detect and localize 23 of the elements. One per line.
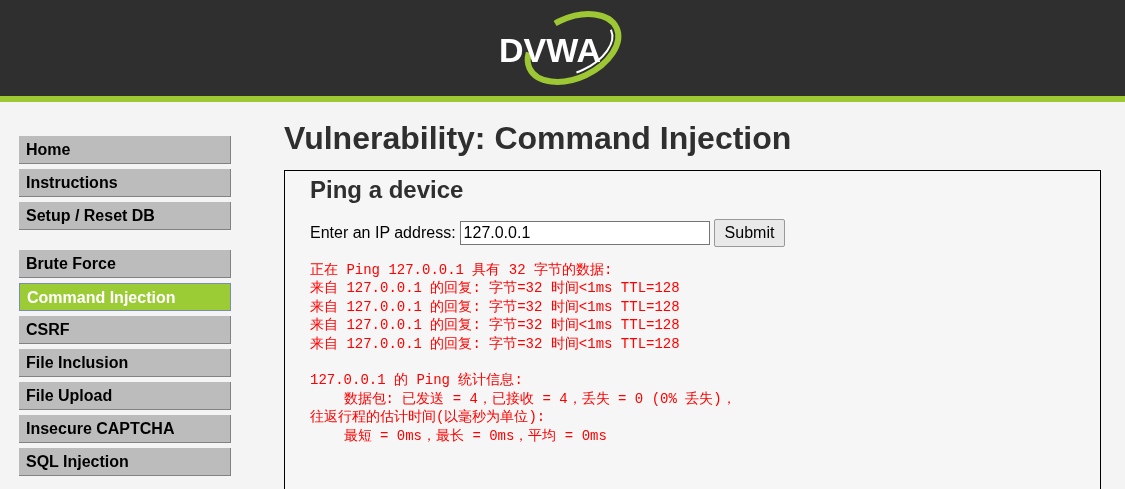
menu-item[interactable]: File Upload xyxy=(19,382,231,410)
menu-item[interactable]: Home xyxy=(19,136,231,164)
menu-item[interactable]: Brute Force xyxy=(19,250,231,278)
output-line: 数据包: 已发送 = 4，已接收 = 4，丢失 = 0 (0% 丢失)， xyxy=(342,390,736,407)
output-line: 来自 127.0.0.1 的回复: 字节=32 时间<1ms TTL=128 xyxy=(310,298,680,315)
menu-item[interactable]: Instructions xyxy=(19,169,231,197)
output-line: 127.0.0.1 的 Ping 统计信息: xyxy=(310,372,523,389)
output-line: 最短 = 0ms，最长 = 0ms，平均 = 0ms xyxy=(342,427,607,444)
page-title: Vulnerability: Command Injection xyxy=(284,119,793,158)
output-line: 往返行程的估计时间(以毫秒为单位): xyxy=(310,409,546,426)
menu-item[interactable]: SQL Injection xyxy=(19,448,231,476)
output-line: 来自 127.0.0.1 的回复: 字节=32 时间<1ms TTL=128 xyxy=(310,317,680,334)
menu-item[interactable]: Insecure CAPTCHA xyxy=(19,415,231,443)
section-heading: Ping a device xyxy=(310,176,465,205)
output-line: 来自 127.0.0.1 的回复: 字节=32 时间<1ms TTL=128 xyxy=(310,280,680,297)
output-line: 来自 127.0.0.1 的回复: 字节=32 时间<1ms TTL=128 xyxy=(310,335,680,352)
menu-item[interactable]: Setup / Reset DB xyxy=(19,202,231,230)
ip-address-field[interactable]: 127.0.0.1 xyxy=(459,220,710,245)
submit-button[interactable]: Submit xyxy=(713,218,786,247)
output-line: 正在 Ping 127.0.0.1 具有 32 字节的数据: xyxy=(310,261,613,278)
field-label: Enter an IP address: xyxy=(310,222,456,243)
menu-item[interactable]: File Inclusion xyxy=(19,349,231,377)
menu-item[interactable]: CSRF xyxy=(19,316,231,344)
